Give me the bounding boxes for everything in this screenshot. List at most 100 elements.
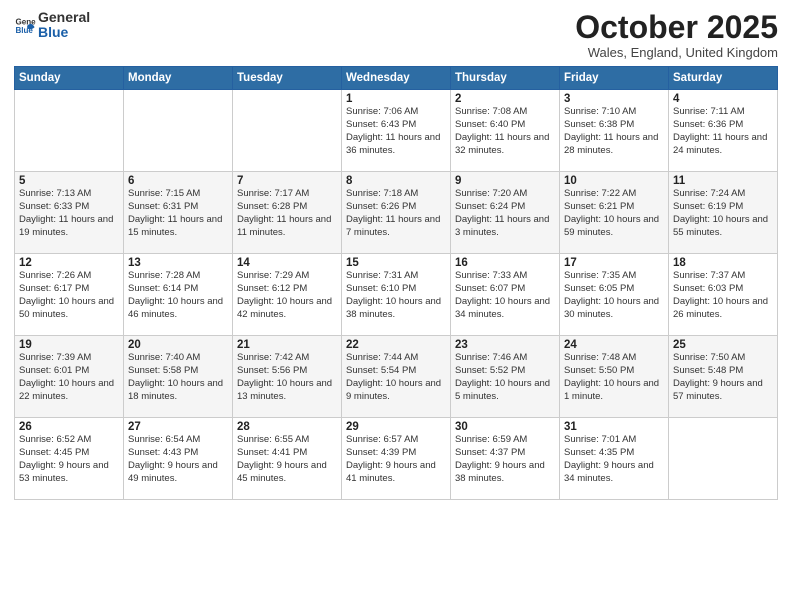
day-number: 30 xyxy=(455,421,555,433)
day-number: 25 xyxy=(673,339,773,351)
logo: General Blue General Blue xyxy=(14,10,90,41)
calendar-week-row: 19Sunrise: 7:39 AM Sunset: 6:01 PM Dayli… xyxy=(15,336,778,418)
calendar-cell: 22Sunrise: 7:44 AM Sunset: 5:54 PM Dayli… xyxy=(342,336,451,418)
logo-icon: General Blue xyxy=(14,14,36,36)
day-number: 31 xyxy=(564,421,664,433)
day-number: 19 xyxy=(19,339,119,351)
day-number: 16 xyxy=(455,257,555,269)
day-number: 10 xyxy=(564,175,664,187)
day-number: 5 xyxy=(19,175,119,187)
day-info: Sunrise: 7:15 AM Sunset: 6:31 PM Dayligh… xyxy=(128,188,228,239)
calendar-cell: 1Sunrise: 7:06 AM Sunset: 6:43 PM Daylig… xyxy=(342,90,451,172)
calendar-week-row: 5Sunrise: 7:13 AM Sunset: 6:33 PM Daylig… xyxy=(15,172,778,254)
calendar-cell: 3Sunrise: 7:10 AM Sunset: 6:38 PM Daylig… xyxy=(560,90,669,172)
day-number: 11 xyxy=(673,175,773,187)
day-info: Sunrise: 7:44 AM Sunset: 5:54 PM Dayligh… xyxy=(346,352,446,403)
day-info: Sunrise: 7:06 AM Sunset: 6:43 PM Dayligh… xyxy=(346,106,446,157)
calendar-cell xyxy=(124,90,233,172)
weekday-header: Friday xyxy=(560,67,669,90)
day-number: 8 xyxy=(346,175,446,187)
day-info: Sunrise: 7:35 AM Sunset: 6:05 PM Dayligh… xyxy=(564,270,664,321)
weekday-header: Saturday xyxy=(669,67,778,90)
day-number: 14 xyxy=(237,257,337,269)
day-info: Sunrise: 7:08 AM Sunset: 6:40 PM Dayligh… xyxy=(455,106,555,157)
day-info: Sunrise: 7:10 AM Sunset: 6:38 PM Dayligh… xyxy=(564,106,664,157)
subtitle: Wales, England, United Kingdom xyxy=(575,45,778,60)
day-info: Sunrise: 6:55 AM Sunset: 4:41 PM Dayligh… xyxy=(237,434,337,485)
day-info: Sunrise: 7:31 AM Sunset: 6:10 PM Dayligh… xyxy=(346,270,446,321)
day-number: 4 xyxy=(673,93,773,105)
calendar-cell: 13Sunrise: 7:28 AM Sunset: 6:14 PM Dayli… xyxy=(124,254,233,336)
day-info: Sunrise: 7:11 AM Sunset: 6:36 PM Dayligh… xyxy=(673,106,773,157)
calendar-cell: 16Sunrise: 7:33 AM Sunset: 6:07 PM Dayli… xyxy=(451,254,560,336)
day-number: 20 xyxy=(128,339,228,351)
day-number: 1 xyxy=(346,93,446,105)
day-info: Sunrise: 6:54 AM Sunset: 4:43 PM Dayligh… xyxy=(128,434,228,485)
day-info: Sunrise: 6:59 AM Sunset: 4:37 PM Dayligh… xyxy=(455,434,555,485)
day-info: Sunrise: 7:22 AM Sunset: 6:21 PM Dayligh… xyxy=(564,188,664,239)
header: General Blue General Blue October 2025 W… xyxy=(14,10,778,60)
day-number: 9 xyxy=(455,175,555,187)
weekday-header: Thursday xyxy=(451,67,560,90)
calendar-cell: 17Sunrise: 7:35 AM Sunset: 6:05 PM Dayli… xyxy=(560,254,669,336)
calendar-cell: 31Sunrise: 7:01 AM Sunset: 4:35 PM Dayli… xyxy=(560,418,669,500)
calendar-cell xyxy=(669,418,778,500)
calendar-cell: 7Sunrise: 7:17 AM Sunset: 6:28 PM Daylig… xyxy=(233,172,342,254)
calendar-week-row: 26Sunrise: 6:52 AM Sunset: 4:45 PM Dayli… xyxy=(15,418,778,500)
calendar-cell: 24Sunrise: 7:48 AM Sunset: 5:50 PM Dayli… xyxy=(560,336,669,418)
day-number: 26 xyxy=(19,421,119,433)
calendar-cell: 5Sunrise: 7:13 AM Sunset: 6:33 PM Daylig… xyxy=(15,172,124,254)
calendar-cell: 29Sunrise: 6:57 AM Sunset: 4:39 PM Dayli… xyxy=(342,418,451,500)
day-number: 15 xyxy=(346,257,446,269)
day-info: Sunrise: 6:57 AM Sunset: 4:39 PM Dayligh… xyxy=(346,434,446,485)
day-info: Sunrise: 6:52 AM Sunset: 4:45 PM Dayligh… xyxy=(19,434,119,485)
day-info: Sunrise: 7:20 AM Sunset: 6:24 PM Dayligh… xyxy=(455,188,555,239)
calendar-cell: 26Sunrise: 6:52 AM Sunset: 4:45 PM Dayli… xyxy=(15,418,124,500)
calendar-cell: 25Sunrise: 7:50 AM Sunset: 5:48 PM Dayli… xyxy=(669,336,778,418)
day-number: 24 xyxy=(564,339,664,351)
calendar-cell: 19Sunrise: 7:39 AM Sunset: 6:01 PM Dayli… xyxy=(15,336,124,418)
calendar-week-row: 12Sunrise: 7:26 AM Sunset: 6:17 PM Dayli… xyxy=(15,254,778,336)
day-number: 7 xyxy=(237,175,337,187)
calendar-week-row: 1Sunrise: 7:06 AM Sunset: 6:43 PM Daylig… xyxy=(15,90,778,172)
day-number: 2 xyxy=(455,93,555,105)
calendar-cell: 10Sunrise: 7:22 AM Sunset: 6:21 PM Dayli… xyxy=(560,172,669,254)
logo-general: General xyxy=(38,10,90,25)
day-number: 21 xyxy=(237,339,337,351)
day-info: Sunrise: 7:37 AM Sunset: 6:03 PM Dayligh… xyxy=(673,270,773,321)
day-number: 28 xyxy=(237,421,337,433)
calendar-cell: 27Sunrise: 6:54 AM Sunset: 4:43 PM Dayli… xyxy=(124,418,233,500)
calendar-cell: 30Sunrise: 6:59 AM Sunset: 4:37 PM Dayli… xyxy=(451,418,560,500)
calendar-table: SundayMondayTuesdayWednesdayThursdayFrid… xyxy=(14,66,778,500)
day-info: Sunrise: 7:33 AM Sunset: 6:07 PM Dayligh… xyxy=(455,270,555,321)
calendar-cell: 14Sunrise: 7:29 AM Sunset: 6:12 PM Dayli… xyxy=(233,254,342,336)
day-info: Sunrise: 7:01 AM Sunset: 4:35 PM Dayligh… xyxy=(564,434,664,485)
day-number: 17 xyxy=(564,257,664,269)
calendar-cell: 4Sunrise: 7:11 AM Sunset: 6:36 PM Daylig… xyxy=(669,90,778,172)
day-info: Sunrise: 7:24 AM Sunset: 6:19 PM Dayligh… xyxy=(673,188,773,239)
day-number: 22 xyxy=(346,339,446,351)
day-info: Sunrise: 7:13 AM Sunset: 6:33 PM Dayligh… xyxy=(19,188,119,239)
title-block: October 2025 Wales, England, United King… xyxy=(575,10,778,60)
svg-text:Blue: Blue xyxy=(15,26,33,35)
day-info: Sunrise: 7:46 AM Sunset: 5:52 PM Dayligh… xyxy=(455,352,555,403)
weekday-header: Wednesday xyxy=(342,67,451,90)
calendar-cell: 9Sunrise: 7:20 AM Sunset: 6:24 PM Daylig… xyxy=(451,172,560,254)
day-info: Sunrise: 7:50 AM Sunset: 5:48 PM Dayligh… xyxy=(673,352,773,403)
calendar-cell: 15Sunrise: 7:31 AM Sunset: 6:10 PM Dayli… xyxy=(342,254,451,336)
calendar-cell: 8Sunrise: 7:18 AM Sunset: 6:26 PM Daylig… xyxy=(342,172,451,254)
day-info: Sunrise: 7:39 AM Sunset: 6:01 PM Dayligh… xyxy=(19,352,119,403)
calendar-cell: 20Sunrise: 7:40 AM Sunset: 5:58 PM Dayli… xyxy=(124,336,233,418)
day-number: 12 xyxy=(19,257,119,269)
day-info: Sunrise: 7:40 AM Sunset: 5:58 PM Dayligh… xyxy=(128,352,228,403)
calendar-cell: 23Sunrise: 7:46 AM Sunset: 5:52 PM Dayli… xyxy=(451,336,560,418)
day-number: 13 xyxy=(128,257,228,269)
day-info: Sunrise: 7:28 AM Sunset: 6:14 PM Dayligh… xyxy=(128,270,228,321)
calendar-cell: 2Sunrise: 7:08 AM Sunset: 6:40 PM Daylig… xyxy=(451,90,560,172)
calendar-cell: 11Sunrise: 7:24 AM Sunset: 6:19 PM Dayli… xyxy=(669,172,778,254)
weekday-header: Sunday xyxy=(15,67,124,90)
day-info: Sunrise: 7:29 AM Sunset: 6:12 PM Dayligh… xyxy=(237,270,337,321)
weekday-header: Monday xyxy=(124,67,233,90)
calendar-cell xyxy=(15,90,124,172)
day-info: Sunrise: 7:17 AM Sunset: 6:28 PM Dayligh… xyxy=(237,188,337,239)
